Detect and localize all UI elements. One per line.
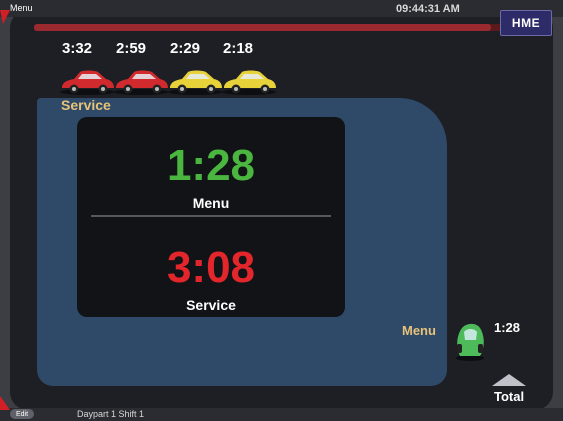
timer-box: 1:28 Menu 3:08 Service bbox=[77, 117, 345, 317]
menu-link[interactable]: Menu bbox=[10, 3, 33, 13]
menu-timer-label: Menu bbox=[192, 195, 230, 211]
top-bar: Menu 09:44:31 AM bbox=[0, 0, 563, 17]
car-time-1: 3:32 bbox=[62, 40, 93, 57]
car-icon[interactable] bbox=[58, 66, 116, 96]
car-time-3: 2:29 bbox=[170, 40, 201, 57]
menu-lane-label: Menu bbox=[402, 323, 436, 338]
menu-car-icon[interactable] bbox=[452, 318, 488, 362]
corner-marker-top-left-icon bbox=[0, 10, 10, 24]
corner-marker-bottom-left-icon bbox=[0, 396, 10, 410]
hme-logo: HME bbox=[500, 10, 552, 36]
car-icon[interactable] bbox=[220, 66, 278, 96]
timer-divider bbox=[91, 215, 331, 217]
edit-button[interactable]: Edit bbox=[10, 409, 34, 419]
menu-lane-time: 1:28 bbox=[494, 320, 521, 335]
car-time-4: 2:18 bbox=[223, 40, 254, 57]
progress-fill bbox=[34, 24, 491, 31]
service-timer-value: 3:08 bbox=[166, 243, 256, 292]
daypart-label: Daypart 1 Shift 1 bbox=[77, 409, 145, 419]
triangle-up-icon[interactable] bbox=[492, 374, 526, 386]
car-icon[interactable] bbox=[112, 66, 170, 96]
total-button[interactable]: Total bbox=[494, 389, 524, 404]
car-time-2: 2:59 bbox=[116, 40, 147, 57]
service-timer-label: Service bbox=[186, 297, 236, 313]
service-section-label: Service bbox=[61, 97, 111, 113]
car-icon[interactable] bbox=[166, 66, 224, 96]
menu-timer-value: 1:28 bbox=[166, 141, 256, 190]
clock: 09:44:31 AM bbox=[396, 3, 460, 15]
progress-bar bbox=[34, 24, 510, 31]
